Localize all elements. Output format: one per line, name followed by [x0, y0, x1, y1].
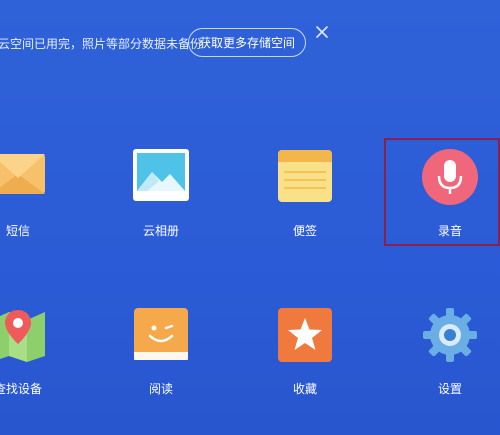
photo-icon: [133, 149, 189, 201]
app-settings[interactable]: 设置: [390, 306, 500, 416]
app-sms[interactable]: 短信: [0, 148, 78, 258]
app-favorites[interactable]: 收藏: [245, 306, 365, 416]
smiley-book-icon: [134, 308, 188, 360]
envelope-icon: [0, 154, 45, 194]
gear-icon: [423, 308, 477, 362]
app-label: 查找设备: [0, 382, 42, 396]
close-icon[interactable]: [314, 24, 330, 40]
app-label: 阅读: [148, 382, 173, 396]
app-cloud-album[interactable]: 云相册: [101, 148, 221, 258]
app-label: 收藏: [292, 382, 317, 396]
app-label: 短信: [5, 224, 30, 238]
app-label: 便签: [292, 224, 317, 238]
map-pin-icon: [0, 310, 45, 362]
notepad-icon: [278, 150, 332, 202]
app-label: 设置: [437, 382, 462, 396]
app-find-device[interactable]: 查找设备: [0, 306, 78, 416]
app-label: 云相册: [142, 224, 179, 238]
star-icon: [278, 308, 332, 362]
get-more-storage-button[interactable]: 获取更多存储空间: [188, 28, 306, 57]
app-notes[interactable]: 便签: [245, 148, 365, 258]
app-reading[interactable]: 阅读: [101, 306, 221, 416]
selection-highlight: [384, 138, 500, 246]
storage-warning-text: 云空间已用完，照片等部分数据未备份: [0, 37, 203, 51]
